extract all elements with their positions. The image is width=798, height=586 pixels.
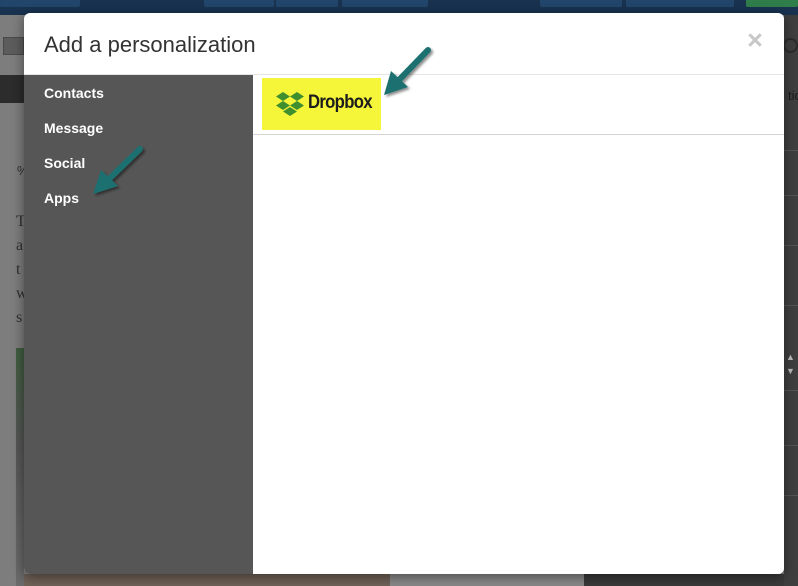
apps-content-panel: Dropbox bbox=[253, 75, 784, 574]
modal-title: Add a personalization bbox=[44, 32, 256, 57]
apps-list: Dropbox bbox=[253, 75, 784, 135]
background-photo-bottom bbox=[24, 574, 390, 586]
background-right-panel bbox=[584, 574, 798, 586]
app-name-dropbox: Dropbox bbox=[308, 92, 373, 113]
sidebar-item-apps[interactable]: Apps bbox=[44, 188, 79, 208]
clock-icon bbox=[783, 38, 798, 53]
close-button[interactable]: × bbox=[743, 24, 767, 56]
background-image bbox=[0, 75, 24, 103]
sidebar-item-social[interactable]: Social bbox=[44, 153, 85, 173]
app-tile-dropbox[interactable]: Dropbox bbox=[262, 78, 381, 130]
sidebar-item-message[interactable]: Message bbox=[44, 118, 103, 138]
dropbox-icon bbox=[276, 92, 304, 116]
modal-header: Add a personalization × bbox=[24, 13, 784, 75]
background-content-bottom bbox=[390, 574, 584, 586]
sidebar-item-contacts[interactable]: Contacts bbox=[44, 83, 104, 103]
personalization-category-sidebar: Contacts Message Social Apps bbox=[24, 75, 253, 574]
background-right-text: tio bbox=[788, 88, 798, 103]
background-photo bbox=[16, 348, 24, 586]
personalization-modal: Add a personalization × Contacts Message… bbox=[24, 13, 784, 574]
spinner-icon: ▲ ▼ bbox=[786, 352, 795, 376]
background-input bbox=[3, 37, 24, 55]
